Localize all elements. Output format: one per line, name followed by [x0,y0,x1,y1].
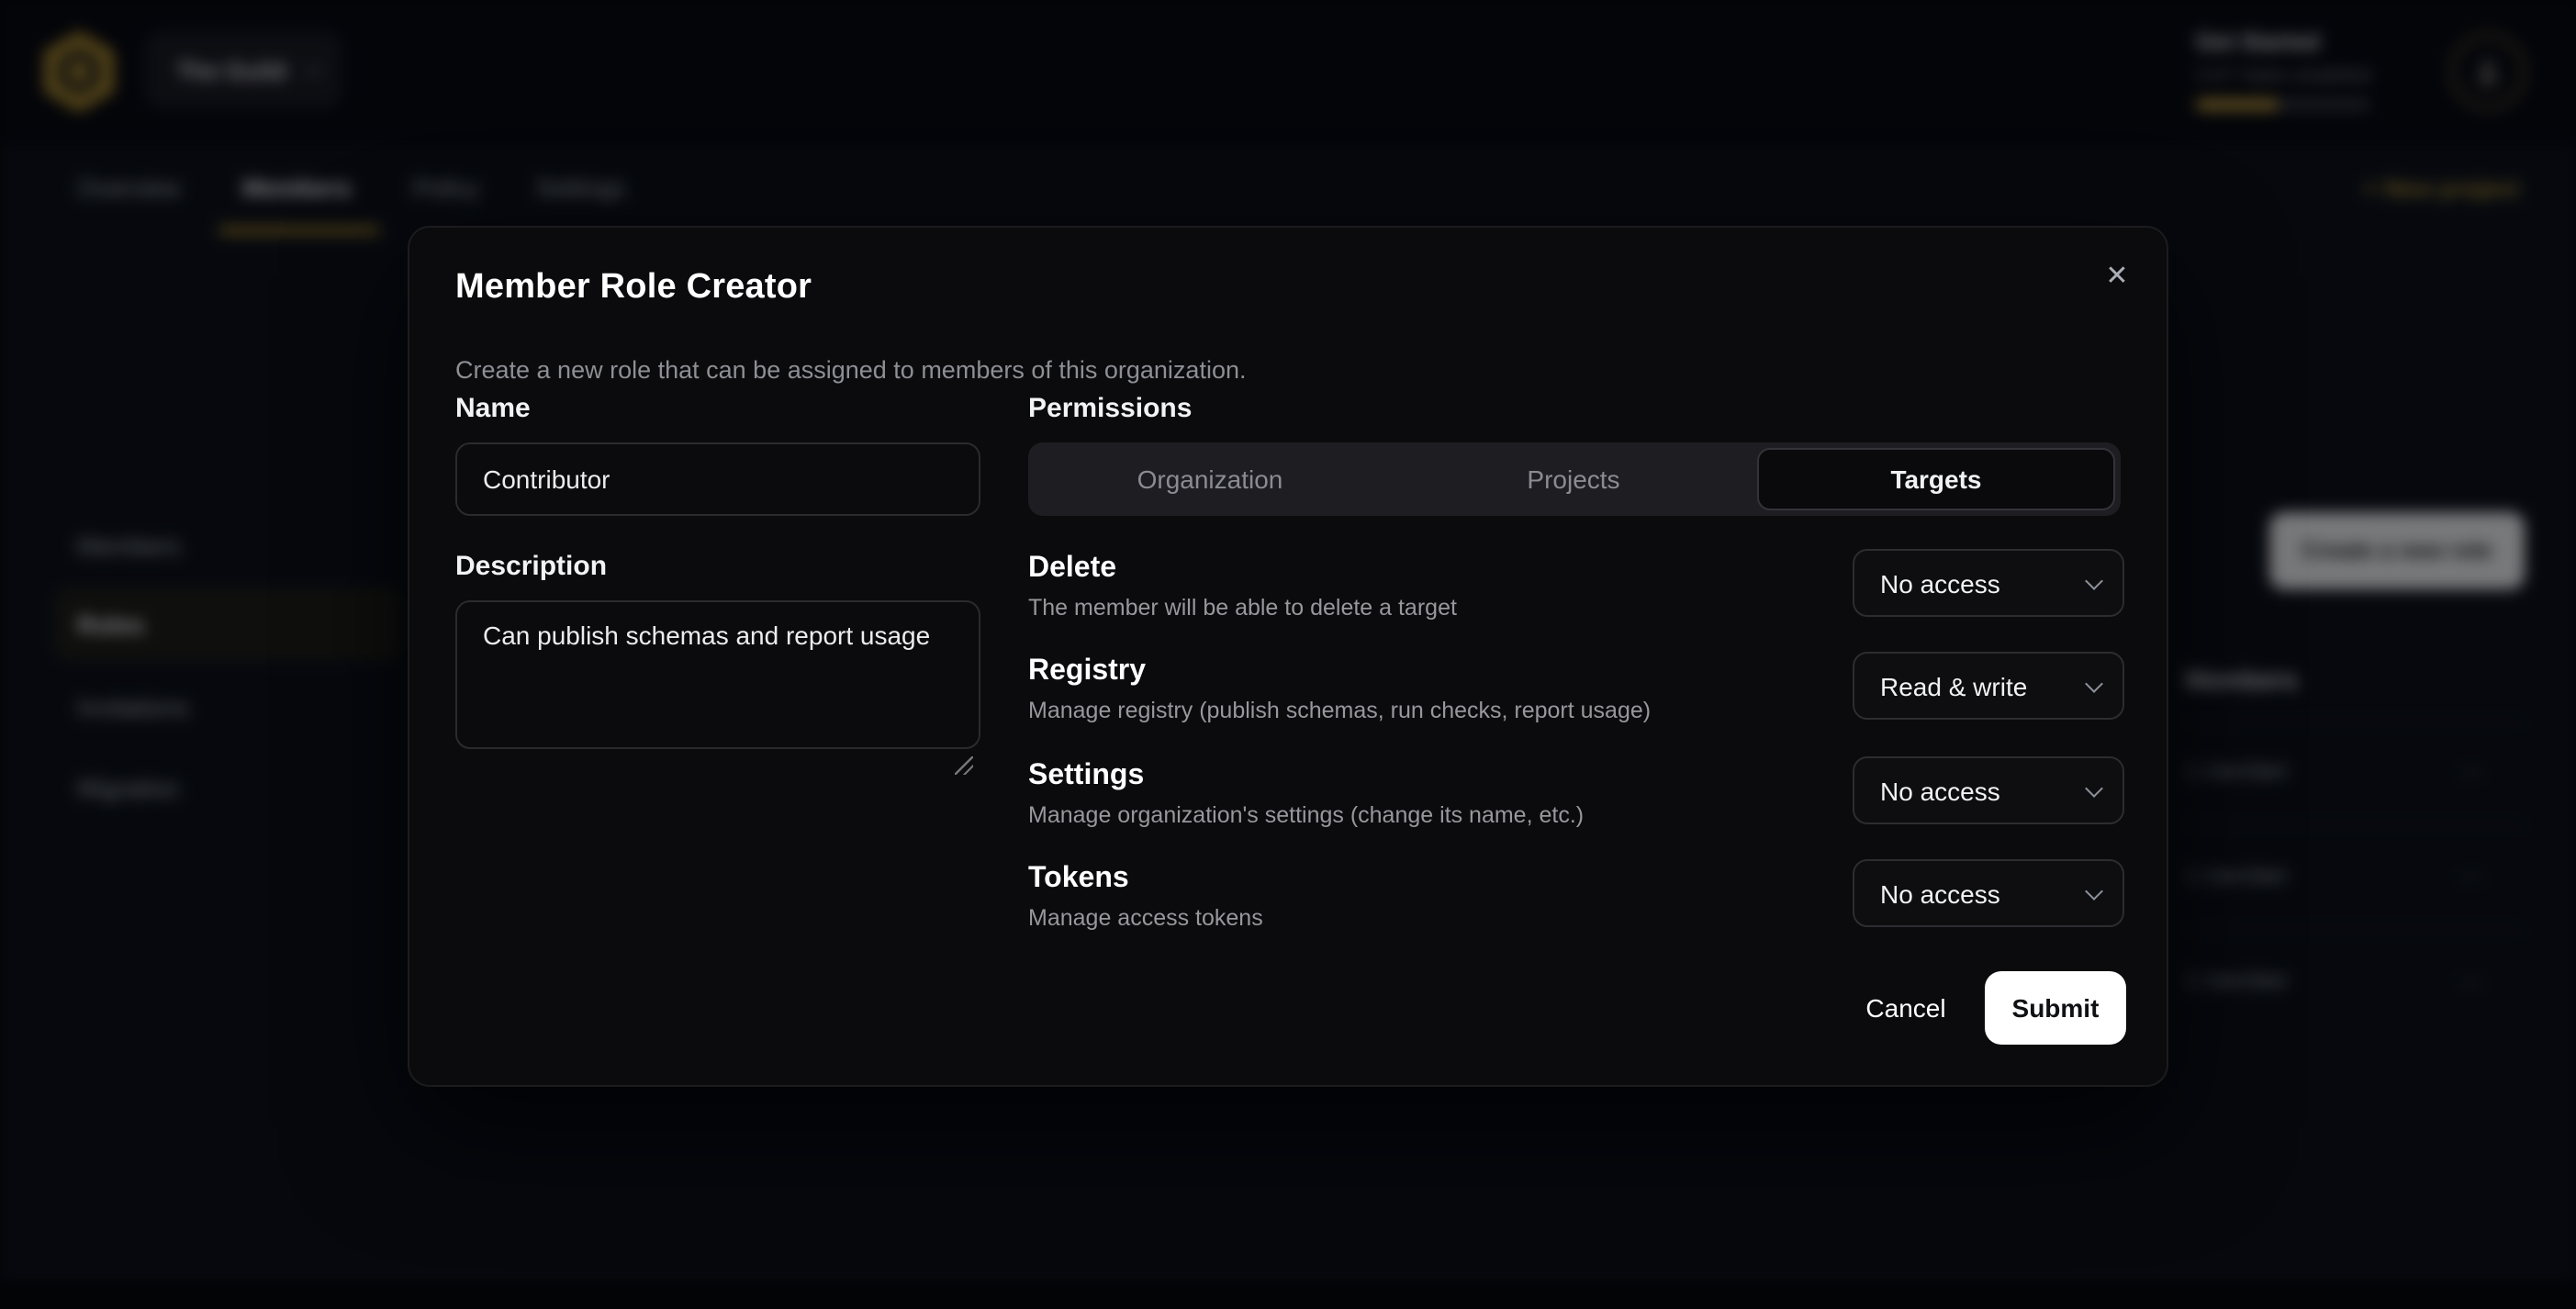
role-name-input[interactable] [455,442,980,516]
cancel-button[interactable]: Cancel [1842,971,1970,1045]
description-label: Description [455,551,607,582]
permission-access-select[interactable]: No access [1853,549,2124,617]
selected-access-value: No access [1880,878,2000,908]
dialog-subtitle: Create a new role that can be assigned t… [455,356,1247,384]
dialog-title: Member Role Creator [455,268,812,308]
permissions-tab-group: Organization Projects Targets [1028,442,2121,516]
permission-description: Manage access tokens [1028,905,1263,931]
chevron-down-icon [2085,674,2103,692]
role-description-textarea[interactable]: Can publish schemas and report usage [455,600,980,749]
app-root: The Guild Get Started 3 of 7 tasks compl… [0,0,2576,1309]
permissions-tab-targets[interactable]: Targets [1757,448,2115,510]
chevron-down-icon [2085,778,2103,797]
permission-title: Settings [1028,760,1144,793]
permission-access-select[interactable]: Read & write [1853,652,2124,720]
permission-description: Manage organization's settings (change i… [1028,802,1584,828]
permissions-tab-projects[interactable]: Projects [1392,442,1755,516]
permission-description: Manage registry (publish schemas, run ch… [1028,698,1651,723]
selected-access-value: No access [1880,568,2000,598]
permission-access-select[interactable]: No access [1853,859,2124,927]
permission-access-select[interactable]: No access [1853,756,2124,824]
permission-title: Delete [1028,553,1116,586]
permission-description: The member will be able to delete a targ… [1028,595,1457,621]
member-role-creator-dialog: ✕ Member Role Creator Create a new role … [408,226,2168,1087]
resize-handle-icon[interactable] [955,756,973,775]
close-icon[interactable]: ✕ [2099,259,2135,296]
selected-access-value: Read & write [1880,671,2027,700]
chevron-down-icon [2085,571,2103,589]
name-label: Name [455,393,531,424]
selected-access-value: No access [1880,776,2000,805]
permission-title: Registry [1028,655,1146,688]
permission-title: Tokens [1028,863,1129,896]
permissions-tab-organization[interactable]: Organization [1028,442,1392,516]
permissions-label: Permissions [1028,393,1192,424]
chevron-down-icon [2085,881,2103,900]
submit-button[interactable]: Submit [1985,971,2126,1045]
